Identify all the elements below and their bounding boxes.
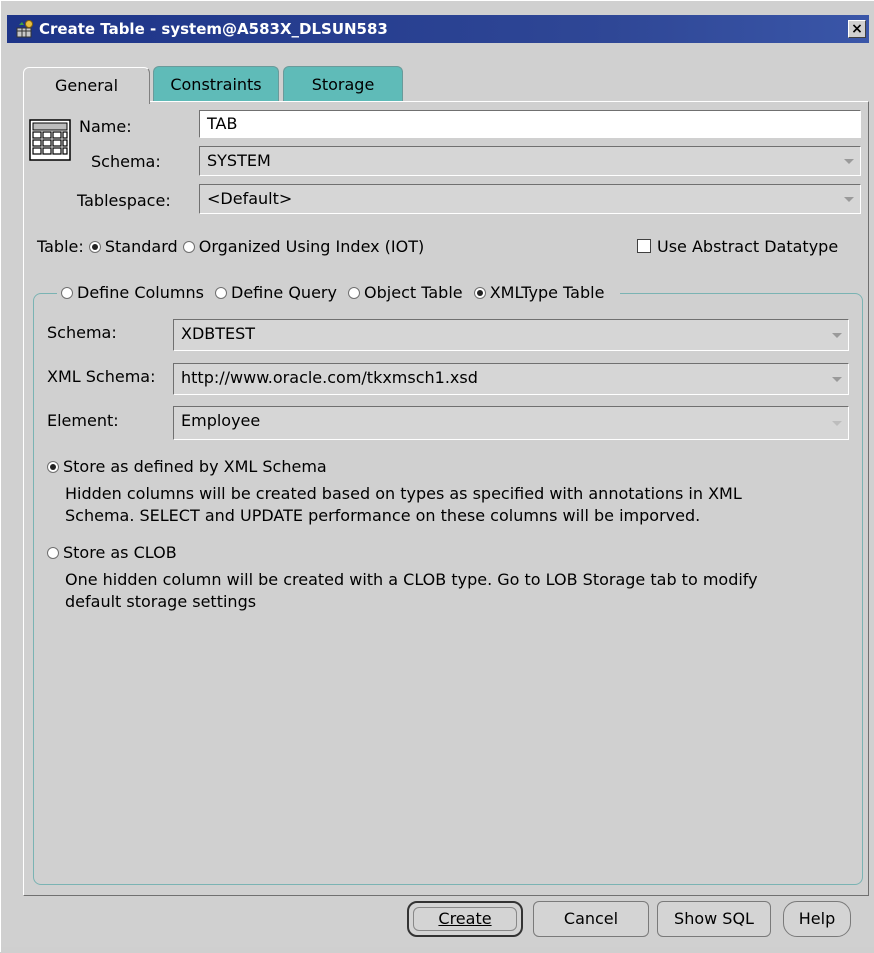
store-xml-option[interactable]: Store as defined by XML Schema bbox=[47, 457, 327, 476]
chevron-down-icon bbox=[832, 421, 842, 426]
tab-storage[interactable]: Storage bbox=[283, 66, 403, 102]
xmltype-table-option[interactable]: XMLType Table bbox=[473, 283, 605, 302]
option-label: Define Query bbox=[231, 283, 337, 302]
table-grid-icon bbox=[29, 119, 71, 161]
dialog-window: Create Table - system@A583X_DLSUN583 × C… bbox=[0, 0, 874, 953]
define-columns-option[interactable]: Define Columns bbox=[61, 283, 204, 302]
option-label: XMLType Table bbox=[489, 283, 605, 302]
xml-schema-owner-label: Schema: bbox=[47, 323, 117, 342]
create-button[interactable]: Create bbox=[407, 901, 523, 937]
tablespace-label: Tablespace: bbox=[77, 191, 171, 210]
xml-schema-value: http://www.oracle.com/tkxmsch1.xsd bbox=[181, 368, 478, 387]
tab-general[interactable]: General bbox=[23, 67, 150, 104]
radio-icon[interactable] bbox=[182, 241, 195, 253]
element-label: Element: bbox=[47, 411, 119, 430]
store-clob-description: One hidden column will be created with a… bbox=[65, 569, 758, 613]
checkbox-label: Use Abstract Datatype bbox=[657, 237, 839, 256]
chevron-down-icon bbox=[832, 377, 842, 382]
button-label: Cancel bbox=[563, 909, 619, 928]
xml-schema-label: XML Schema: bbox=[47, 367, 156, 386]
store-clob-option[interactable]: Store as CLOB bbox=[47, 543, 177, 562]
button-label: Help bbox=[798, 909, 836, 928]
radio-icon[interactable] bbox=[215, 287, 228, 299]
tablespace-select[interactable]: <Default> bbox=[199, 184, 861, 214]
chevron-down-icon bbox=[844, 197, 854, 202]
name-input[interactable]: TAB bbox=[199, 110, 861, 138]
xml-schema-select[interactable]: http://www.oracle.com/tkxmsch1.xsd bbox=[173, 363, 849, 395]
help-button[interactable]: Help bbox=[783, 901, 851, 937]
option-label: Store as defined by XML Schema bbox=[63, 457, 327, 476]
checkbox-icon[interactable] bbox=[637, 239, 651, 253]
tablespace-value: <Default> bbox=[207, 189, 293, 208]
object-table-option[interactable]: Object Table bbox=[348, 283, 463, 302]
radio-icon[interactable] bbox=[348, 287, 361, 299]
chevron-down-icon bbox=[844, 159, 854, 164]
description-line: Schema. SELECT and UPDATE performance on… bbox=[65, 506, 701, 525]
table-standard-option[interactable]: Standard bbox=[88, 237, 178, 256]
show-sql-button[interactable]: Show SQL bbox=[657, 901, 771, 937]
description-line: default storage settings bbox=[65, 592, 257, 611]
chevron-down-icon bbox=[832, 333, 842, 338]
button-label: Create bbox=[438, 909, 492, 928]
schema-select[interactable]: SYSTEM bbox=[199, 146, 861, 176]
cancel-button[interactable]: Cancel bbox=[533, 901, 649, 937]
radio-icon[interactable] bbox=[88, 241, 101, 253]
define-query-option[interactable]: Define Query bbox=[215, 283, 337, 302]
tab-label: Constraints bbox=[170, 75, 262, 94]
option-label: Organized Using Index (IOT) bbox=[198, 237, 425, 256]
element-value: Employee bbox=[181, 411, 261, 430]
tab-constraints[interactable]: Constraints bbox=[153, 66, 279, 102]
radio-icon[interactable] bbox=[473, 287, 486, 299]
abstract-datatype-option[interactable]: Use Abstract Datatype bbox=[637, 237, 838, 256]
schema-value: XDBTEST bbox=[181, 324, 256, 343]
description-line: Hidden columns will be created based on … bbox=[65, 484, 742, 503]
table-type-row: Table: Standard Organized Using Index (I… bbox=[37, 237, 424, 256]
definition-options: Define Columns Define Query Object Table… bbox=[57, 283, 621, 302]
table-wizard-icon bbox=[16, 20, 33, 38]
store-xml-description: Hidden columns will be created based on … bbox=[65, 483, 742, 527]
close-button[interactable]: × bbox=[848, 20, 866, 38]
name-value: TAB bbox=[207, 114, 238, 133]
close-icon: × bbox=[851, 21, 863, 37]
option-label: Standard bbox=[104, 237, 178, 256]
tab-label: Storage bbox=[311, 75, 375, 94]
option-label: Store as CLOB bbox=[63, 543, 177, 562]
bottom-edge bbox=[1, 947, 874, 953]
radio-icon[interactable] bbox=[61, 287, 73, 299]
tab-label: General bbox=[54, 76, 119, 95]
description-line: One hidden column will be created with a… bbox=[65, 570, 758, 589]
schema-value: SYSTEM bbox=[207, 151, 271, 170]
option-label: Define Columns bbox=[77, 283, 204, 302]
schema-label: Schema: bbox=[91, 152, 161, 171]
button-label: Show SQL bbox=[674, 909, 754, 928]
radio-icon[interactable] bbox=[47, 547, 59, 559]
xml-schema-owner-select[interactable]: XDBTEST bbox=[173, 319, 849, 351]
window-title: Create Table - system@A583X_DLSUN583 bbox=[39, 20, 388, 38]
name-label: Name: bbox=[79, 117, 132, 136]
element-select[interactable]: Employee bbox=[173, 406, 849, 440]
table-type-label: Table: bbox=[37, 237, 84, 256]
radio-icon[interactable] bbox=[47, 461, 59, 473]
title-bar[interactable]: Create Table - system@A583X_DLSUN583 × bbox=[7, 15, 869, 43]
option-label: Object Table bbox=[364, 283, 463, 302]
table-iot-option[interactable]: Organized Using Index (IOT) bbox=[182, 237, 425, 256]
